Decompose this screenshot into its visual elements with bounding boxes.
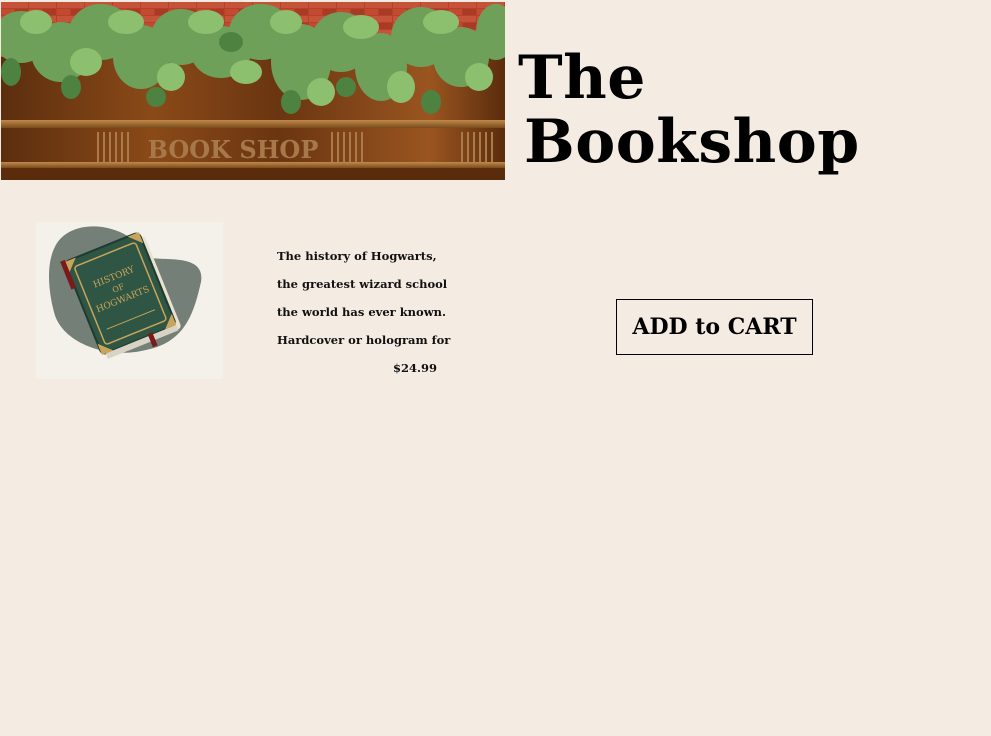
description-line-3: the world has ever known. — [277, 305, 446, 319]
description-line-2: the greatest wizard school — [277, 277, 448, 291]
bookshop-banner-art: BOOK SHOP — [1, 2, 505, 180]
bookshop-banner: BOOK SHOP — [1, 2, 505, 180]
page-title: The Bookshop — [518, 46, 918, 174]
add-to-cart-button[interactable]: ADD to CART — [616, 299, 813, 355]
page-title-line-2: Bookshop — [524, 107, 860, 177]
page-title-line-1: The — [518, 43, 646, 113]
banner-sign-text: BOOK SHOP — [148, 135, 319, 164]
product-price: $24.99 — [392, 361, 437, 375]
product-description: The history of Hogwarts, the greatest wi… — [277, 242, 451, 382]
history-of-hogwarts-book-icon: HISTORY OF HOGWARTS — [49, 226, 202, 359]
description-line-1: The history of Hogwarts, — [277, 249, 437, 263]
product-image: HISTORY OF HOGWARTS — [36, 222, 223, 379]
description-line-4: Hardcover or hologram for — [277, 333, 451, 347]
